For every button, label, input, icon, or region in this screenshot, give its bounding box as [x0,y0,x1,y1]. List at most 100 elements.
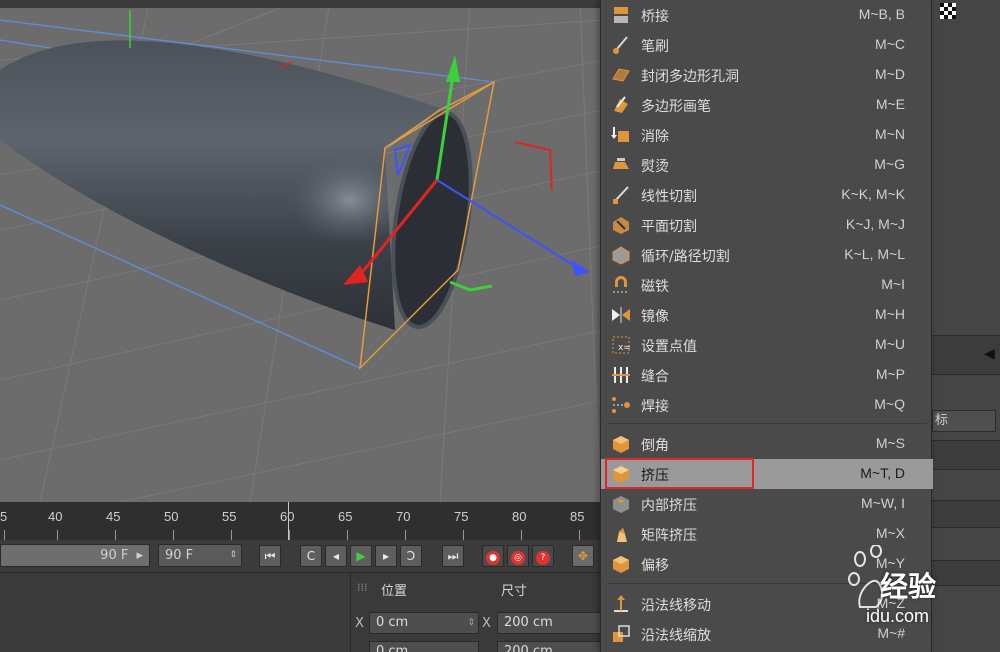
menu-item-label: 平面切割 [641,219,697,235]
menu-separator [607,423,927,424]
tick-mark [57,530,58,540]
menu-item-label: 偏移 [641,558,669,574]
menu-item-label: 线性切割 [641,189,697,205]
menu-item-label: 磁铁 [641,279,669,295]
brush-icon [613,36,628,54]
menu-item-shortcut: M~D [875,66,905,82]
tick-label: 75 [454,509,469,524]
menu-item-plane-cut[interactable]: 平面切割 K~J, M~J [601,210,933,240]
position-header: 位置 [381,584,408,599]
menu-item-line-cut[interactable]: 线性切割 K~K, M~K [601,180,933,210]
key-help-button[interactable]: ? [532,545,554,567]
max-frame-value: 90 F [165,548,194,563]
menu-item-dissolve[interactable]: 消除 M~N [601,120,933,150]
close-hole-icon [612,68,630,82]
go-to-end-button[interactable]: ⏭ [442,545,464,567]
go-to-start-button[interactable]: ⏮ [259,545,281,567]
next-key-button[interactable]: Ɔ [400,545,422,567]
axis-x-label: X [355,616,364,631]
menu-item-shortcut: M~B, B [858,6,905,22]
tick-mark [579,530,580,540]
tick-mark [405,530,406,540]
tick-label: 45 [106,509,121,524]
offset-icon [613,556,629,573]
menu-item-label: 缝合 [641,369,669,385]
menu-item-iron[interactable]: 熨烫 M~G [601,150,933,180]
end-frame-value: 90 F [100,548,129,563]
coordinates-panel: ⁞⁞⁞ 位置 尺寸 X 0 cm ⇕ X 200 cm 0 cm 200 cm [350,572,605,652]
menu-item-shortcut: M~P [875,366,905,382]
extrude-inner-icon [613,496,629,513]
menu-item-shortcut: K~L, M~L [844,246,905,262]
timeline-ruler[interactable]: 5 40 45 50 55 60 65 70 75 80 85 [0,502,604,540]
menu-item-label: 循环/路径切割 [641,249,730,265]
size-header: 尺寸 [501,584,528,599]
menu-item-magnet[interactable]: 磁铁 M~I [601,270,933,300]
polygon-pen-icon [614,96,628,113]
menu-item-shortcut: M~S [875,435,905,451]
play-icon: ▶ [356,549,366,563]
axis-x-label: X [482,616,491,631]
prev-frame-button[interactable]: ◂ [325,545,347,567]
menu-item-stitch[interactable]: 缝合 M~P [601,360,933,390]
tick-label: 65 [338,509,353,524]
mirror-icon [612,307,630,323]
svg-text:x=: x= [618,343,631,353]
plane-cut-icon [613,217,629,234]
step-forward-icon: ▸ [382,549,390,563]
skip-start-icon: ⏮ [264,549,276,563]
size-y-value: 200 cm [504,644,553,652]
checker-icon [940,3,956,19]
menu-item-shortcut: M~H [875,306,905,322]
tick-mark [463,530,464,540]
menu-item-polygon-pen[interactable]: 多边形画笔 M~E [601,90,933,120]
record-button[interactable]: ● [482,545,504,567]
next-key-icon: Ɔ [406,549,416,563]
menu-item-close-hole[interactable]: 封闭多边形孔洞 M~D [601,60,933,90]
coordinates-tab[interactable]: 标 [932,410,996,432]
tick-label: 50 [164,509,179,524]
prev-key-button[interactable]: C [300,545,322,567]
grip-icon: ⁞⁞⁞ [357,581,368,594]
menu-item-label: 桥接 [641,9,669,25]
auto-key-icon: ◎ [511,551,525,565]
viewport-scene [0,0,604,502]
tick-mark [521,530,522,540]
step-back-icon: ◂ [332,549,340,563]
timeline-playhead[interactable] [288,502,289,540]
menu-item-extrude-inner[interactable]: 内部挤压 M~W, I [601,489,933,519]
collapse-arrow-icon[interactable]: ◀ [984,346,995,362]
menu-item-label: 焊接 [641,399,669,415]
position-x-field[interactable]: 0 cm ⇕ [369,612,479,634]
end-frame-field[interactable]: 90 F ▸ [0,544,150,567]
play-button[interactable]: ▶ [350,545,372,567]
menu-item-bridge[interactable]: 桥接 M~B, B [601,0,933,30]
menu-item-mirror[interactable]: 镜像 M~H [601,300,933,330]
tick-mark [231,530,232,540]
set-point-icon: x= [612,336,631,354]
size-x-value: 200 cm [504,615,553,630]
menu-item-label: 熨烫 [641,159,669,175]
menu-item-bevel[interactable]: 倒角 M~S [601,429,933,459]
size-x-field[interactable]: 200 cm [497,612,605,634]
auto-key-button[interactable]: ◎ [507,545,529,567]
next-frame-button[interactable]: ▸ [375,545,397,567]
viewport-3d[interactable] [0,0,604,502]
menu-item-weld[interactable]: 焊接 M~Q [601,390,933,420]
loop-cut-icon [612,246,630,265]
tick-label: 80 [512,509,527,524]
menu-item-set-point[interactable]: x= 设置点值 M~U [601,330,933,360]
menu-item-brush[interactable]: 笔刷 M~C [601,30,933,60]
tick-mark [173,530,174,540]
max-frame-field[interactable]: 90 F ⇕ [158,544,242,567]
watermark-text: 经验 [880,570,937,603]
menu-item-loop-cut[interactable]: 循环/路径切割 K~L, M~L [601,240,933,270]
tick-label: 55 [222,509,237,524]
move-tool-button[interactable]: ✥ [572,545,594,567]
menu-item-shortcut: M~X [875,525,905,541]
magnet-icon [613,276,629,293]
tick-label: 5 [0,509,8,524]
position-y-field[interactable]: 0 cm [369,641,479,652]
menu-item-shortcut: M~G [874,156,905,172]
size-y-field[interactable]: 200 cm [497,641,605,652]
